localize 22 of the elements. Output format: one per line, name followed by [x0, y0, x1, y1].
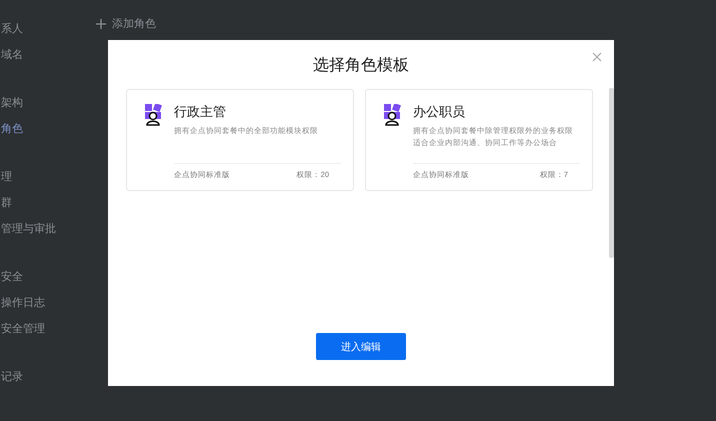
sidebar-item[interactable]: 操作日志 — [0, 290, 45, 316]
sidebar-item[interactable]: 理 — [0, 164, 12, 190]
role-person-icon — [145, 104, 163, 126]
scrollbar[interactable] — [609, 88, 614, 258]
dialog-title: 选择角色模板 — [313, 56, 409, 76]
sidebar-item[interactable]: 群 — [0, 190, 12, 216]
sidebar-item[interactable]: 安全管理 — [0, 316, 45, 342]
sidebar-item[interactable]: 域名 — [0, 42, 23, 68]
role-person-icon — [384, 104, 402, 126]
close-button[interactable] — [590, 50, 604, 64]
sidebar-item[interactable]: 安全 — [0, 264, 23, 290]
role-name: 办公职员 — [413, 104, 466, 120]
sidebar-item[interactable]: 管理与审批 — [0, 216, 56, 242]
sidebar-item[interactable]: 记录 — [0, 364, 23, 390]
role-name: 行政主管 — [174, 104, 227, 120]
close-icon — [590, 50, 604, 64]
add-role-button[interactable]: 添加角色 — [96, 16, 156, 31]
sidebar-item[interactable]: 架构 — [0, 90, 23, 116]
plus-icon — [96, 18, 106, 28]
sidebar-item[interactable]: 角色 — [0, 116, 23, 142]
enter-edit-button[interactable]: 进入编辑 — [316, 333, 406, 360]
sidebar-item[interactable]: 系人 — [0, 16, 23, 42]
